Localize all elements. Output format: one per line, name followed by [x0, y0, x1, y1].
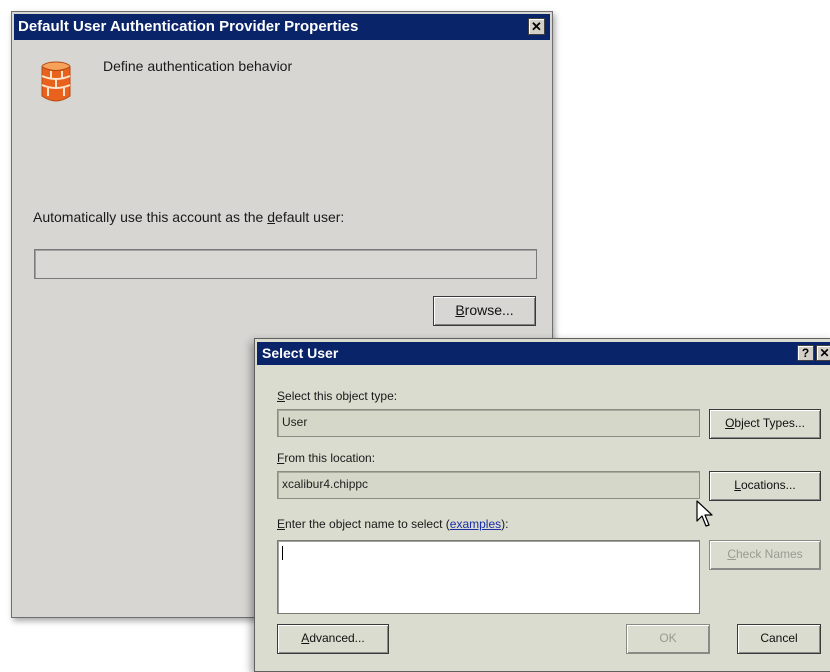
object-types-button[interactable]: Object Types...: [709, 409, 821, 439]
text-caret: [282, 546, 283, 560]
help-icon: ?: [801, 346, 810, 360]
select-user-title: Select User: [262, 345, 339, 361]
ok-button[interactable]: OK: [626, 624, 710, 654]
browse-button[interactable]: Browse...: [433, 296, 536, 326]
locations-button[interactable]: Locations...: [709, 471, 821, 501]
object-name-accel: E: [277, 517, 286, 531]
browse-label: rowse...: [464, 302, 514, 318]
locations-label: ocations...: [740, 478, 796, 492]
object-name-label: Enter the object name to select (example…: [277, 517, 508, 531]
object-name-label-end: ):: [501, 517, 509, 531]
object-types-label: bject Types...: [734, 416, 805, 430]
object-name-label-text: nter the object name to select (: [285, 517, 450, 531]
locations-accel: L: [734, 478, 741, 492]
select-user-dialog: Select User ? ✕ Select this object type:…: [254, 338, 830, 672]
close-button[interactable]: ✕: [528, 18, 545, 35]
examples-link[interactable]: examples: [450, 517, 501, 531]
advanced-label: dvanced...: [309, 631, 365, 645]
firewall-brick-icon: [41, 61, 71, 102]
check-names-accel: C: [727, 547, 736, 561]
default-user-label-part: Automatically use this account as the: [33, 209, 268, 225]
check-names-label: heck Names: [735, 547, 803, 561]
object-type-label: Select this object type:: [277, 389, 397, 403]
location-label: From this location:: [277, 451, 375, 465]
default-user-label: Automatically use this account as the de…: [33, 209, 344, 225]
object-type-label-text: elect this object type:: [285, 389, 398, 403]
default-user-label-accel: d: [267, 209, 276, 225]
location-field[interactable]: xcalibur4.chippc: [277, 471, 700, 499]
cancel-button[interactable]: Cancel: [737, 624, 821, 654]
close-icon: ✕: [819, 346, 830, 360]
help-button[interactable]: ?: [797, 345, 814, 361]
select-user-close-button[interactable]: ✕: [816, 345, 830, 361]
dialog-title: Default User Authentication Provider Pro…: [18, 18, 359, 35]
browse-accel: B: [455, 302, 465, 318]
mouse-cursor-icon: [696, 500, 713, 527]
description-text: Define authentication behavior: [103, 58, 293, 74]
location-label-text: rom this location:: [284, 451, 376, 465]
advanced-button[interactable]: Advanced...: [277, 624, 389, 654]
object-name-input[interactable]: [277, 540, 700, 614]
close-icon: ✕: [531, 19, 542, 34]
object-type-accel: S: [277, 389, 286, 403]
object-type-field[interactable]: User: [277, 409, 700, 437]
default-user-field[interactable]: [34, 249, 537, 279]
check-names-button[interactable]: Check Names: [709, 540, 821, 570]
default-user-label-part: efault user:: [275, 209, 345, 225]
select-user-title-bar[interactable]: Select User ? ✕: [257, 342, 830, 365]
title-bar[interactable]: Default User Authentication Provider Pro…: [14, 14, 550, 40]
